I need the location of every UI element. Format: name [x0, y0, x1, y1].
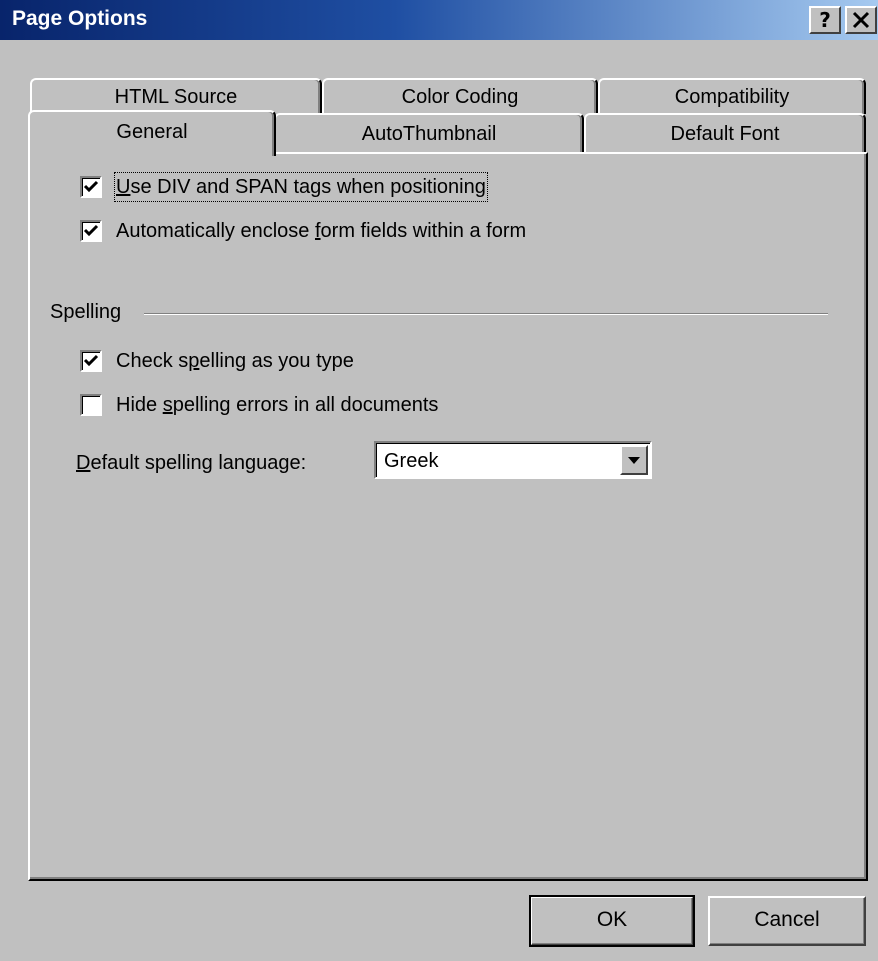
- language-select[interactable]: Greek: [374, 441, 652, 479]
- tab-general[interactable]: General: [28, 110, 276, 156]
- checkbox-box[interactable]: [80, 176, 102, 198]
- close-button[interactable]: [845, 6, 877, 34]
- help-button[interactable]: ?: [809, 6, 841, 34]
- tab-label: General: [116, 121, 188, 143]
- checkbox-label: Check spelling as you type: [116, 350, 354, 372]
- language-select-value: Greek: [384, 450, 439, 472]
- checkbox-box[interactable]: [80, 394, 102, 416]
- checkbox-label: Use DIV and SPAN tags when positioning: [114, 172, 488, 202]
- dropdown-button[interactable]: [620, 445, 648, 475]
- close-icon: [852, 11, 870, 29]
- checkbox-label: Automatically enclose form fields within…: [116, 220, 527, 242]
- tab-label: Default Font: [670, 123, 780, 145]
- checkmark-icon: [83, 224, 99, 237]
- tab-label: Compatibility: [674, 86, 790, 108]
- title-bar: Page Options ?: [0, 0, 878, 40]
- checkmark-icon: [83, 354, 99, 367]
- tab-panel-general: [28, 152, 868, 881]
- chevron-down-icon: [628, 457, 640, 464]
- spelling-section-title: Spelling: [50, 301, 122, 323]
- tab-html-source[interactable]: HTML Source: [30, 78, 322, 114]
- ok-button[interactable]: OK: [529, 895, 695, 947]
- checkbox-box[interactable]: [80, 220, 102, 242]
- window-title: Page Options: [12, 7, 148, 30]
- tab-label: Color Coding: [401, 86, 519, 108]
- checkbox-label: Hide spelling errors in all documents: [116, 394, 439, 416]
- tab-label: AutoThumbnail: [361, 123, 497, 145]
- tab-color-coding[interactable]: Color Coding: [322, 78, 598, 114]
- section-divider: [144, 313, 828, 315]
- checkmark-icon: [83, 180, 99, 193]
- tab-autothumbnail[interactable]: AutoThumbnail: [274, 113, 584, 153]
- tab-label: HTML Source: [114, 86, 238, 108]
- checkbox-box[interactable]: [80, 350, 102, 372]
- cancel-button[interactable]: Cancel: [708, 896, 866, 946]
- language-label: Default spelling language:: [76, 452, 307, 474]
- tab-default-font[interactable]: Default Font: [584, 113, 866, 153]
- tab-compatibility[interactable]: Compatibility: [598, 78, 866, 114]
